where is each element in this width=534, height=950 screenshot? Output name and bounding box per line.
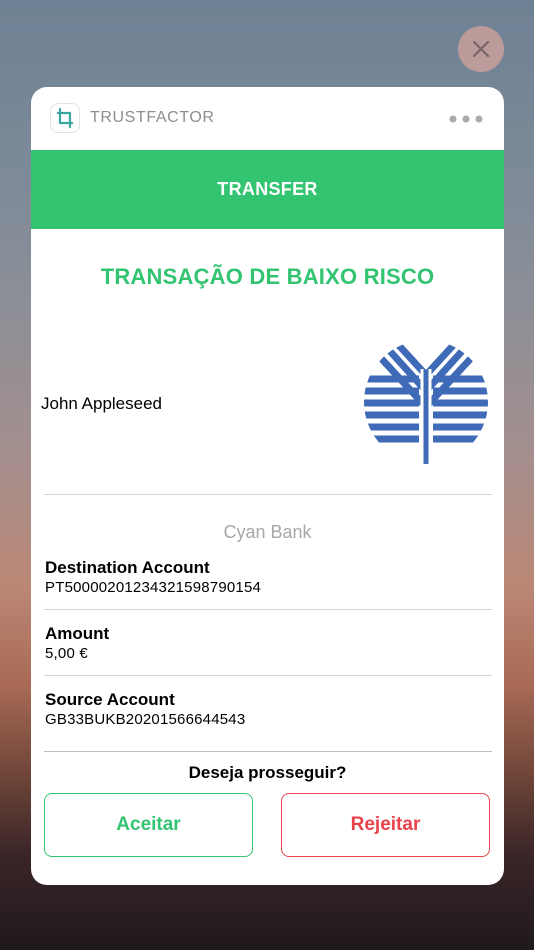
more-options-icon[interactable] bbox=[449, 114, 483, 124]
source-account-label: Source Account bbox=[45, 690, 175, 709]
destination-account-value: PT50000201234321598790154 bbox=[45, 579, 262, 596]
divider bbox=[44, 751, 492, 752]
amount-value: 5,00 € bbox=[45, 645, 88, 662]
bank-logo-icon bbox=[364, 340, 488, 465]
divider bbox=[44, 494, 492, 495]
transaction-type-label: TRANSFER bbox=[217, 179, 318, 199]
risk-level-title: TRANSAÇÃO DE BAIXO RISCO bbox=[100, 264, 435, 289]
divider bbox=[44, 675, 492, 676]
confirmation-question: Deseja prosseguir? bbox=[188, 763, 347, 782]
app-name: TRUSTFACTOR bbox=[90, 109, 215, 126]
close-icon bbox=[472, 40, 490, 58]
reject-button[interactable]: Rejeitar bbox=[281, 793, 490, 857]
card-header: TRUSTFACTOR bbox=[31, 87, 504, 150]
transaction-card: TRUSTFACTOR TRANSFER TRANSAÇÃO DE BAIXO … bbox=[31, 87, 504, 885]
divider bbox=[44, 609, 492, 610]
amount-label: Amount bbox=[45, 624, 110, 643]
user-name: John Appleseed bbox=[41, 394, 162, 413]
transaction-type-banner: TRANSFER bbox=[31, 150, 504, 229]
trustfactor-logo-icon bbox=[56, 107, 74, 129]
destination-account-label: Destination Account bbox=[45, 558, 210, 577]
accept-button[interactable]: Aceitar bbox=[44, 793, 253, 857]
app-icon bbox=[51, 104, 79, 132]
bank-name: Cyan Bank bbox=[223, 522, 312, 542]
source-account-value: GB33BUKB20201566644543 bbox=[45, 711, 246, 728]
close-button[interactable] bbox=[458, 26, 504, 72]
